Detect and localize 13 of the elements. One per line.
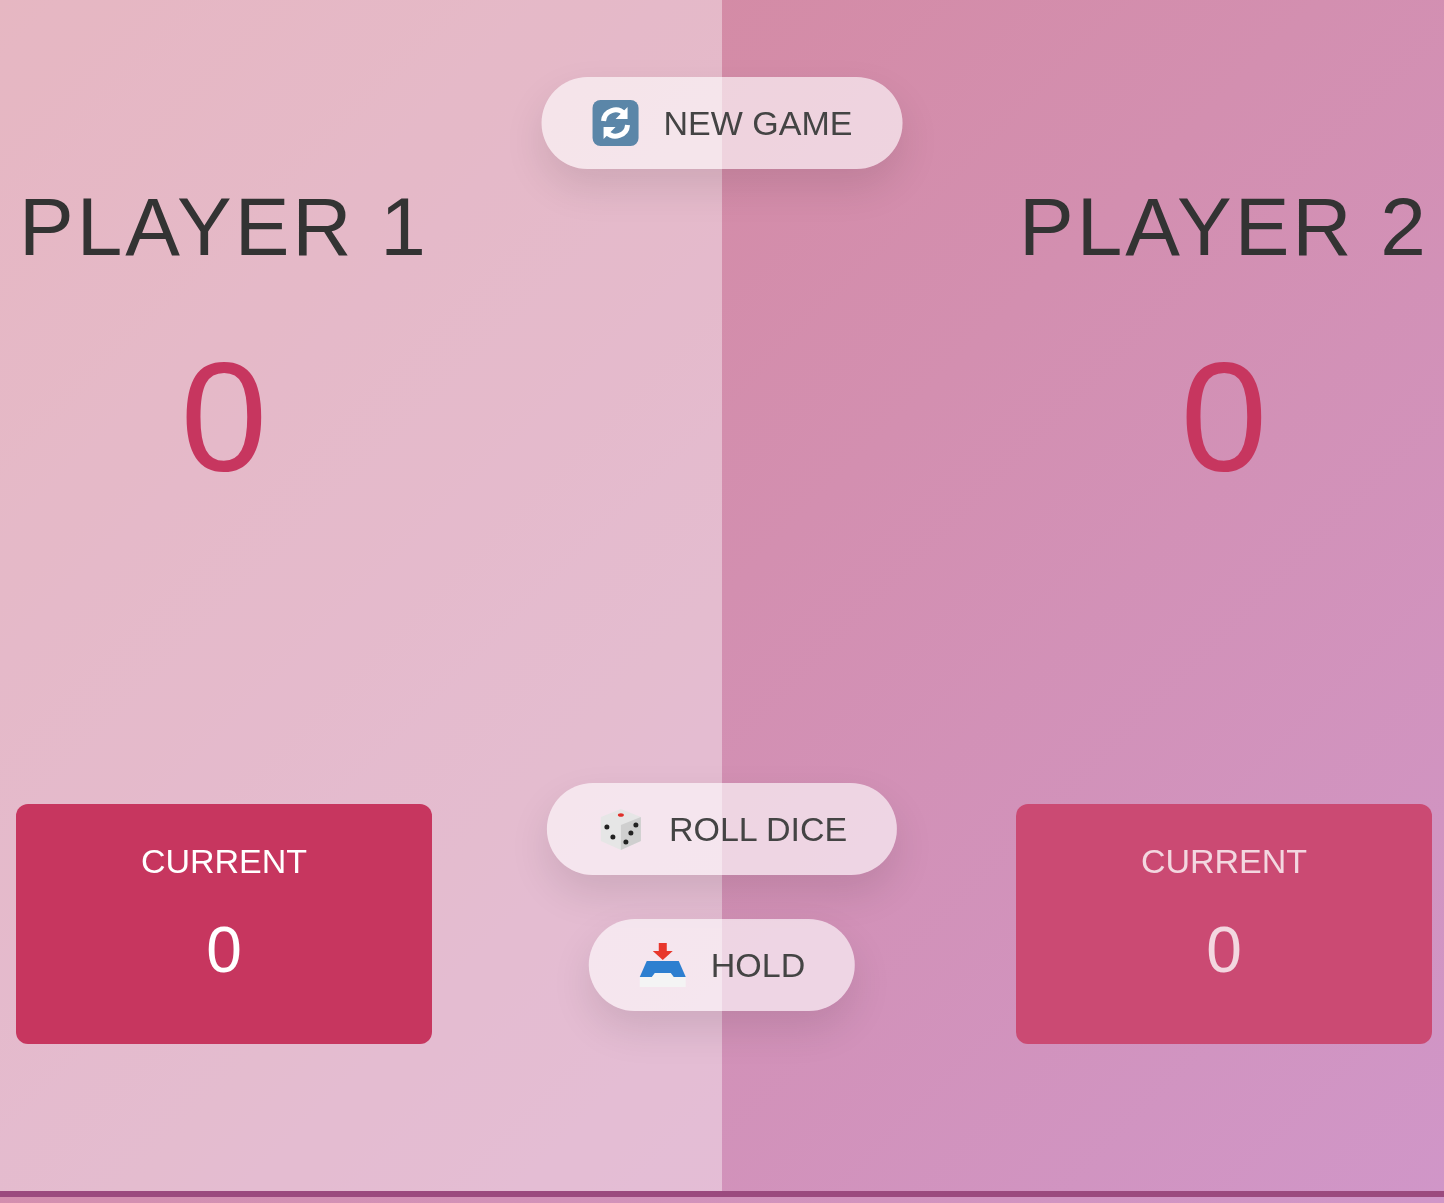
new-game-button[interactable]: NEW GAME xyxy=(541,77,903,169)
current-score: 0 xyxy=(206,918,242,982)
current-score: 0 xyxy=(1206,918,1242,982)
current-label: CURRENT xyxy=(140,844,308,878)
current-label: CURRENT xyxy=(1140,844,1308,878)
total-score: 0 xyxy=(1180,338,1268,494)
inbox-tray-icon xyxy=(638,941,687,989)
player-name: PLAYER 2 xyxy=(1019,186,1429,268)
hold-button[interactable]: HOLD xyxy=(588,919,856,1011)
refresh-icon xyxy=(591,99,640,147)
player-name: PLAYER 1 xyxy=(19,186,429,268)
roll-dice-button[interactable]: ROLL DICE xyxy=(546,783,898,875)
total-score: 0 xyxy=(180,338,268,494)
